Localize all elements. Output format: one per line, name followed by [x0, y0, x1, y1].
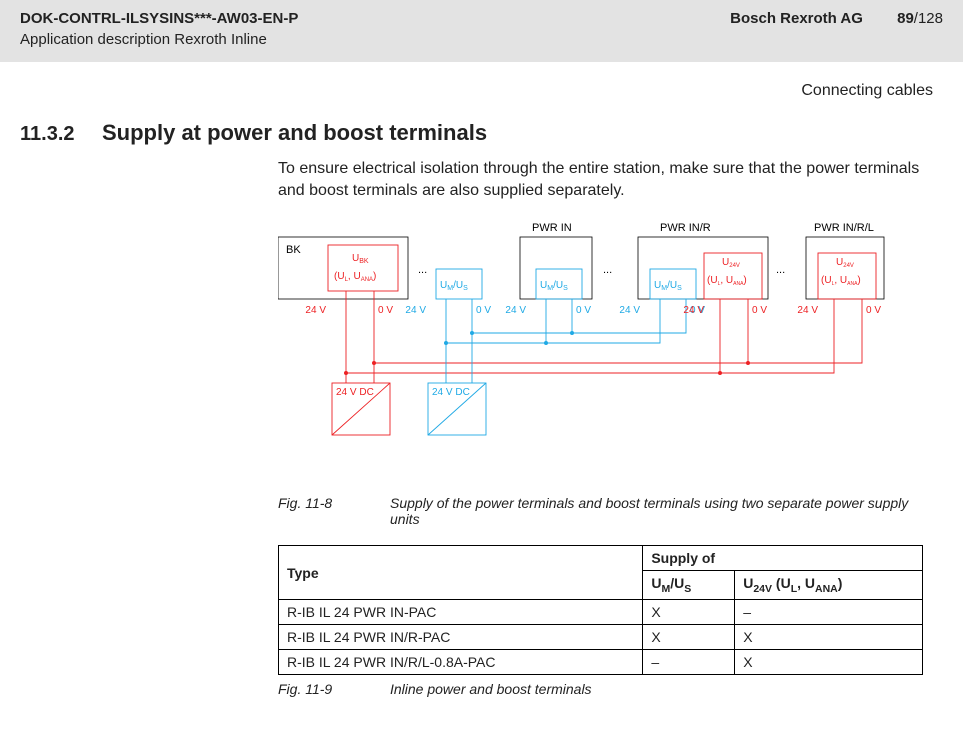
supply-diagram: BK UBK (UL, UANA) 24 V 0 V UM/US 24 V 0 …: [278, 215, 918, 485]
cell-c1: –: [643, 649, 735, 674]
pwr-in-label: PWR IN: [532, 222, 572, 234]
chapter-name: Connecting cables: [0, 62, 963, 110]
section-heading: 11.3.2 Supply at power and boost termina…: [0, 110, 963, 158]
th-u24v: U24V (UL, UANA): [735, 571, 923, 600]
supply-table: Type Supply of UM/US U24V (UL, UANA) R-I…: [278, 545, 923, 675]
table-row: R-IB IL 24 PWR IN-PAC X –: [279, 599, 923, 624]
cell-c2: X: [735, 649, 923, 674]
pwr-inr-label: PWR IN/R: [660, 222, 711, 234]
header-right: Bosch Rexroth AG 89/128: [730, 10, 943, 27]
intro-paragraph: To ensure electrical isolation through t…: [278, 158, 923, 201]
th-umus: UM/US: [643, 571, 735, 600]
u-bk-label: UBK: [352, 253, 369, 265]
ul-uana-label-1: (UL, UANA): [707, 275, 747, 287]
table-row: R-IB IL 24 PWR IN/R/L-0.8A-PAC – X: [279, 649, 923, 674]
th-supply: Supply of: [643, 546, 923, 571]
v24-bk: 24 V: [305, 305, 326, 316]
caption-label-2: Fig. 11-9: [278, 681, 390, 697]
page-current: 89: [897, 10, 914, 27]
cell-c1: X: [643, 599, 735, 624]
cell-c2: X: [735, 624, 923, 649]
cell-type: R-IB IL 24 PWR IN-PAC: [279, 599, 643, 624]
dots-1: ...: [418, 264, 427, 276]
bk-label: BK: [286, 244, 301, 256]
cell-c2: –: [735, 599, 923, 624]
v24-m2: 24 V: [505, 305, 526, 316]
caption-text-2: Inline power and boost terminals: [390, 681, 592, 697]
page-number: 89/128: [897, 10, 943, 27]
u24v-label-2: U24V: [836, 257, 854, 269]
pwr-inrl-label: PWR IN/R/L: [814, 222, 874, 234]
ul-uana-label-2: (UL, UANA): [821, 275, 861, 287]
v0-m1: 0 V: [476, 305, 491, 316]
umus-label-1: UM/US: [440, 280, 468, 292]
section-number: 11.3.2: [20, 123, 102, 146]
figure-11-9-caption: Fig. 11-9 Inline power and boost termina…: [278, 681, 923, 697]
psu-red-label: 24 V DC: [336, 387, 374, 398]
dots-2: ...: [603, 264, 612, 276]
table-row: R-IB IL 24 PWR IN/R-PAC X X: [279, 624, 923, 649]
umus-label-2: UM/US: [540, 280, 568, 292]
v24-m1: 24 V: [405, 305, 426, 316]
section-title: Supply at power and boost terminals: [102, 120, 487, 146]
ul-uana-label-bk: (UL, UANA): [334, 271, 376, 283]
umus-label-3: UM/US: [654, 280, 682, 292]
v0-r2: 0 V: [866, 305, 881, 316]
th-type: Type: [279, 546, 643, 600]
v0-r1: 0 V: [752, 305, 767, 316]
v0-bk: 0 V: [378, 305, 393, 316]
v24-r1: 24 V: [683, 305, 704, 316]
company-name: Bosch Rexroth AG: [730, 10, 863, 27]
page-total: /128: [914, 10, 943, 27]
v24-r2: 24 V: [797, 305, 818, 316]
cell-c1: X: [643, 624, 735, 649]
dots-3: ...: [776, 264, 785, 276]
cell-type: R-IB IL 24 PWR IN/R-PAC: [279, 624, 643, 649]
u24v-label-1: U24V: [722, 257, 740, 269]
caption-label-1: Fig. 11-8: [278, 495, 390, 527]
caption-text-1: Supply of the power terminals and boost …: [390, 495, 923, 527]
figure-11-8: BK UBK (UL, UANA) 24 V 0 V UM/US 24 V 0 …: [278, 215, 923, 485]
doc-subtitle: Application description Rexroth Inline: [20, 31, 943, 48]
page-header: DOK-CONTRL-ILSYSINS***-AW03-EN-P Applica…: [0, 0, 963, 62]
psu-blue-label: 24 V DC: [432, 387, 470, 398]
cell-type: R-IB IL 24 PWR IN/R/L-0.8A-PAC: [279, 649, 643, 674]
figure-11-8-caption: Fig. 11-8 Supply of the power terminals …: [278, 495, 923, 527]
v0-m2: 0 V: [576, 305, 591, 316]
v24-m3: 24 V: [619, 305, 640, 316]
